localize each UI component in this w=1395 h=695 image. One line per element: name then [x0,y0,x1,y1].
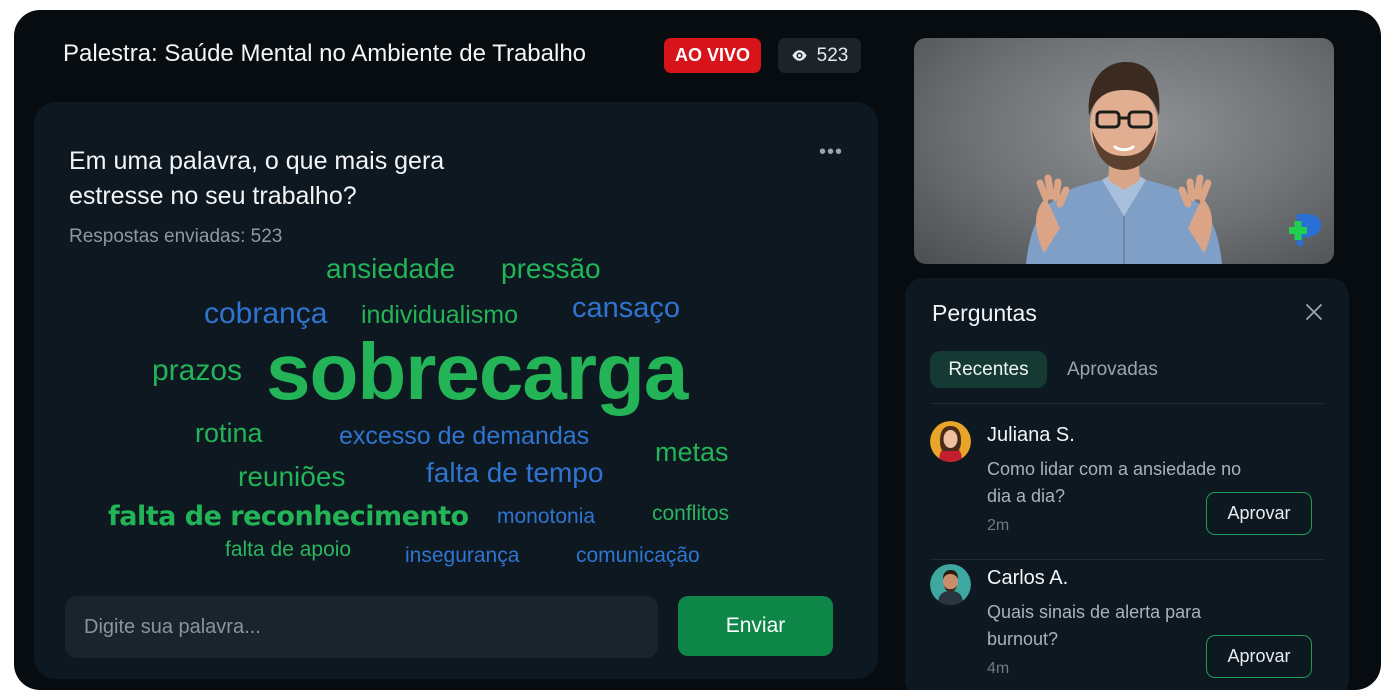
word-cloud-item: ansiedade [326,253,456,284]
word-cloud-item: falta de apoio [225,538,352,561]
word-cloud-item: prazos [152,354,243,387]
responses-count: Respostas enviadas: 523 [69,226,283,247]
page-title: Palestra: Saúde Mental no Ambiente de Tr… [63,40,587,67]
question-time: 4m [987,660,1010,677]
questions-panel: Perguntas Recentes Aprovadas Juliana S. … [905,278,1349,690]
word-cloud-item: falta de tempo [426,457,604,488]
send-button[interactable]: Enviar [678,596,833,656]
word-cloud-item: falta de reconhecimento [108,501,469,532]
more-horizontal-icon[interactable]: ••• [819,142,845,162]
approve-button[interactable]: Aprovar [1206,492,1312,535]
word-cloud-item: conflitos [652,502,730,525]
question-time: 2m [987,517,1010,534]
divider [930,559,1324,560]
question-author: Carlos A. [987,567,1069,589]
word-cloud-item: cansaço [572,292,681,324]
word-input[interactable] [65,596,658,658]
word-cloud-item: pressão [501,253,601,284]
word-cloud-item-largest: sobrecarga [266,327,688,416]
eye-icon [792,50,807,61]
poll-question: Em uma palavra, o que mais gera estresse… [69,147,445,210]
app-window: Palestra: Saúde Mental no Ambiente de Tr… [14,10,1381,690]
word-cloud-item: metas [655,437,729,467]
word-cloud-item: individualismo [361,301,519,329]
speaker-image [1026,62,1222,264]
word-cloud-item: monotonia [497,505,596,528]
speaker-video[interactable] [914,38,1334,264]
close-icon[interactable] [1305,303,1323,321]
brand-logo-icon [1289,214,1321,246]
viewer-count-value: 523 [816,44,849,66]
word-cloud-card: Em uma palavra, o que mais gera estresse… [34,102,878,679]
word-cloud-item: insegurança [405,544,520,567]
word-cloud-item: cobrança [204,297,328,330]
approve-button[interactable]: Aprovar [1206,635,1312,678]
word-cloud-item: reuniões [238,461,346,492]
avatar [930,564,971,605]
question-item: Carlos A. Quais sinais de alerta para bu… [930,564,1324,690]
viewer-count: 523 [778,38,861,73]
questions-title: Perguntas [932,300,1037,326]
word-cloud-item: rotina [195,418,263,448]
question-item: Juliana S. Como lidar com a ansiedade no… [930,421,1324,551]
word-cloud-item: excesso de demandas [339,422,590,450]
divider [930,403,1324,404]
live-badge: AO VIVO [664,38,761,73]
avatar [930,421,971,462]
word-cloud-item: comunicação [576,544,700,567]
tab-aprovadas[interactable]: Aprovadas [1067,351,1158,388]
tab-recentes[interactable]: Recentes [930,351,1047,388]
question-author: Juliana S. [987,424,1075,446]
